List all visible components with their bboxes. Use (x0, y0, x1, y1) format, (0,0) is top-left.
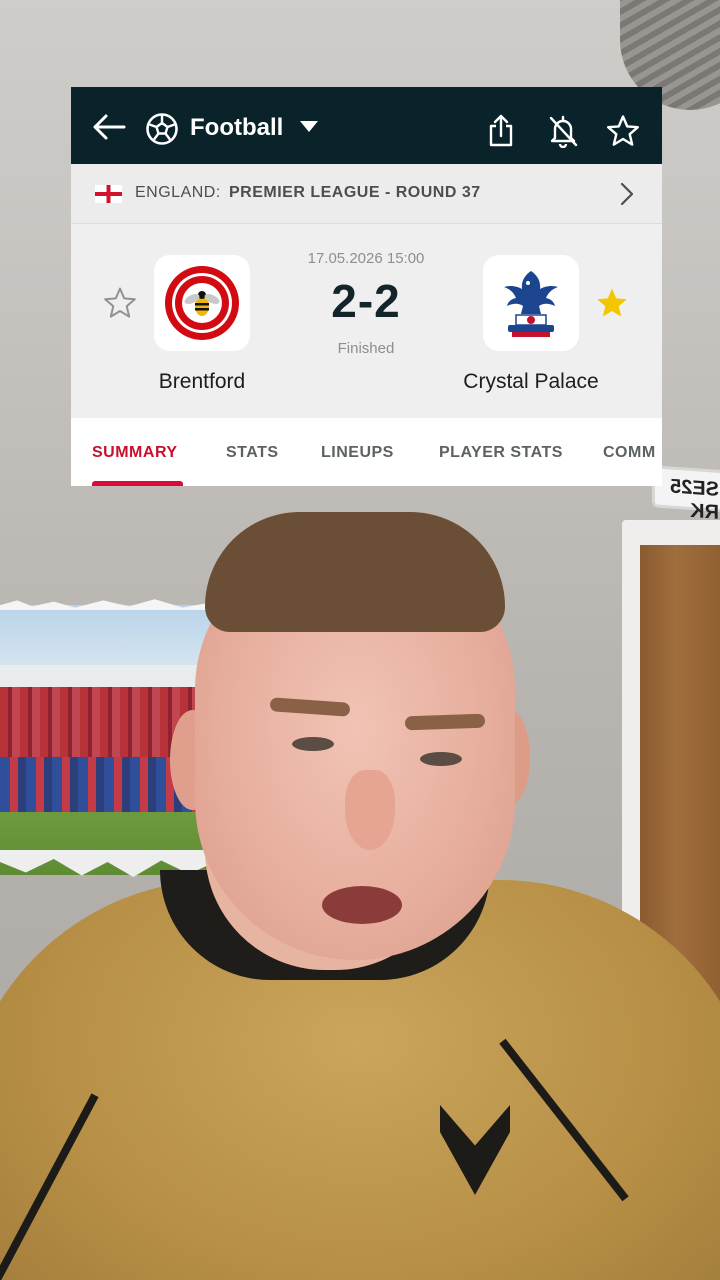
football-icon (146, 113, 178, 145)
back-arrow-icon (93, 114, 126, 140)
tab-summary[interactable]: SUMMARY (92, 444, 178, 462)
match-header: 17.05.2026 15:00 2-2 Finished Brentford … (71, 224, 662, 418)
away-team-logo[interactable] (483, 255, 579, 351)
eye (420, 752, 462, 766)
home-team-logo[interactable] (154, 255, 250, 351)
back-button[interactable] (89, 107, 129, 147)
home-team-favorite-button[interactable] (103, 286, 137, 320)
star-filled-icon (597, 288, 627, 317)
notifications-button[interactable] (543, 111, 583, 151)
bell-off-icon (549, 115, 578, 148)
brentford-crest-icon (165, 266, 239, 340)
tab-commentary[interactable]: COMM (603, 444, 656, 462)
street-sign: SE25 RK (652, 465, 720, 524)
dropdown-caret-icon (300, 121, 318, 132)
tab-player-stats[interactable]: PLAYER STATS (439, 444, 563, 462)
app-header: Football (71, 87, 662, 164)
sport-dropdown-button[interactable] (297, 117, 321, 137)
england-flag-icon (95, 185, 122, 203)
league-competition: PREMIER LEAGUE - ROUND 37 (229, 184, 481, 201)
away-team-name[interactable]: Crystal Palace (431, 370, 631, 394)
sport-selector-label[interactable]: Football (190, 114, 283, 142)
nose (345, 770, 395, 850)
favorite-match-button[interactable] (603, 111, 643, 151)
active-tab-indicator (92, 481, 183, 486)
eyebrow (404, 713, 486, 731)
sport-selector-icon-wrap[interactable] (145, 112, 179, 146)
tab-lineups[interactable]: LINEUPS (321, 444, 394, 462)
league-row[interactable]: ENGLAND: PREMIER LEAGUE - ROUND 37 (71, 164, 662, 224)
tab-stats[interactable]: STATS (226, 444, 279, 462)
eye (292, 737, 334, 751)
match-card: Football ENGLAND: PREMIER LEAGUE - ROUND… (71, 87, 662, 486)
mouth (322, 886, 402, 924)
crystal-palace-crest-icon (504, 271, 558, 337)
person-hair (205, 512, 505, 632)
star-outline-icon (104, 287, 136, 318)
match-score: 2-2 (331, 275, 401, 327)
share-button[interactable] (482, 111, 520, 151)
match-status: Finished (337, 340, 395, 357)
match-datetime: 17.05.2026 15:00 (307, 250, 425, 267)
league-country: ENGLAND: (135, 184, 221, 201)
away-team-favorite-button[interactable] (595, 286, 629, 320)
home-team-name[interactable]: Brentford (102, 370, 302, 394)
share-icon (489, 114, 513, 147)
match-tabs: SUMMARY STATS LINEUPS PLAYER STATS COMM (71, 418, 662, 486)
chevron-right-icon (620, 182, 634, 206)
star-outline-icon (607, 115, 639, 146)
